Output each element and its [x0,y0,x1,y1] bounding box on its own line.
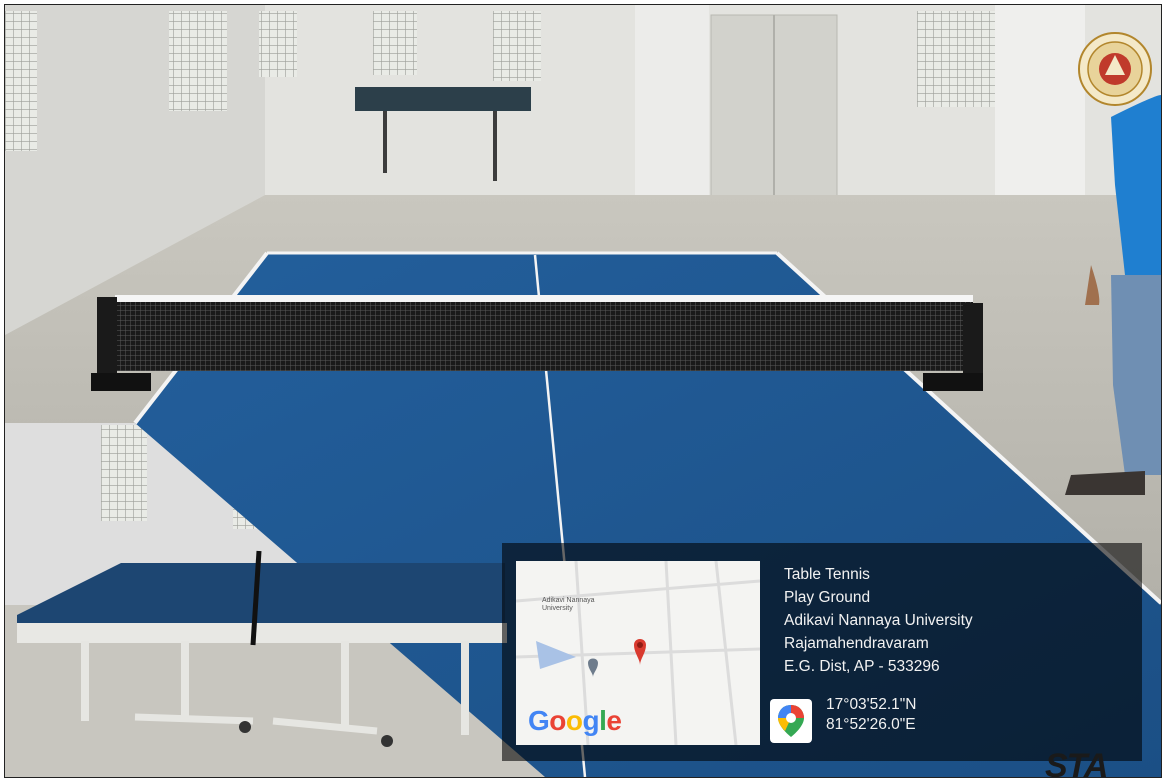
window [493,11,541,81]
brand-watermark: STA [1045,747,1108,778]
small-table-edge [17,623,507,643]
pillar [635,5,709,205]
longitude: 81°52'26.0"E [826,716,916,733]
watermark-text: STA [1045,747,1108,778]
geotag-line: Rajamahendravaram [784,635,929,652]
geotag-line: Adikavi Nannaya University [784,612,973,629]
map-thumbnail[interactable]: Adikavi Nannaya University Google [516,561,760,745]
google-maps-pin-icon [770,699,812,743]
geotag-panel: Adikavi Nannaya University Google Table … [502,543,1142,761]
coordinates-text: 17°03'52.1"N 81°52'26.0"E [826,695,917,735]
photo-frame: Adikavi Nannaya University Google Table … [4,4,1162,778]
window [169,11,227,111]
google-logo: Google [528,705,622,736]
window [259,11,297,77]
university-seal-logo [1078,32,1152,106]
map-place-label: Adikavi Nannaya University [542,597,595,612]
table-net [115,297,973,371]
window [101,425,147,521]
net-tape [115,295,973,302]
window [5,11,37,151]
far-table [355,87,531,111]
latitude: 17°03'52.1"N [826,696,917,713]
window [373,11,417,75]
geotag-line: Play Ground [784,589,871,606]
geotag-address: Table Tennis Play Ground Adikavi Nannaya… [784,563,973,678]
geotag-line: Table Tennis [784,566,870,583]
geotag-line: E.G. Dist, AP - 533296 [784,658,940,675]
